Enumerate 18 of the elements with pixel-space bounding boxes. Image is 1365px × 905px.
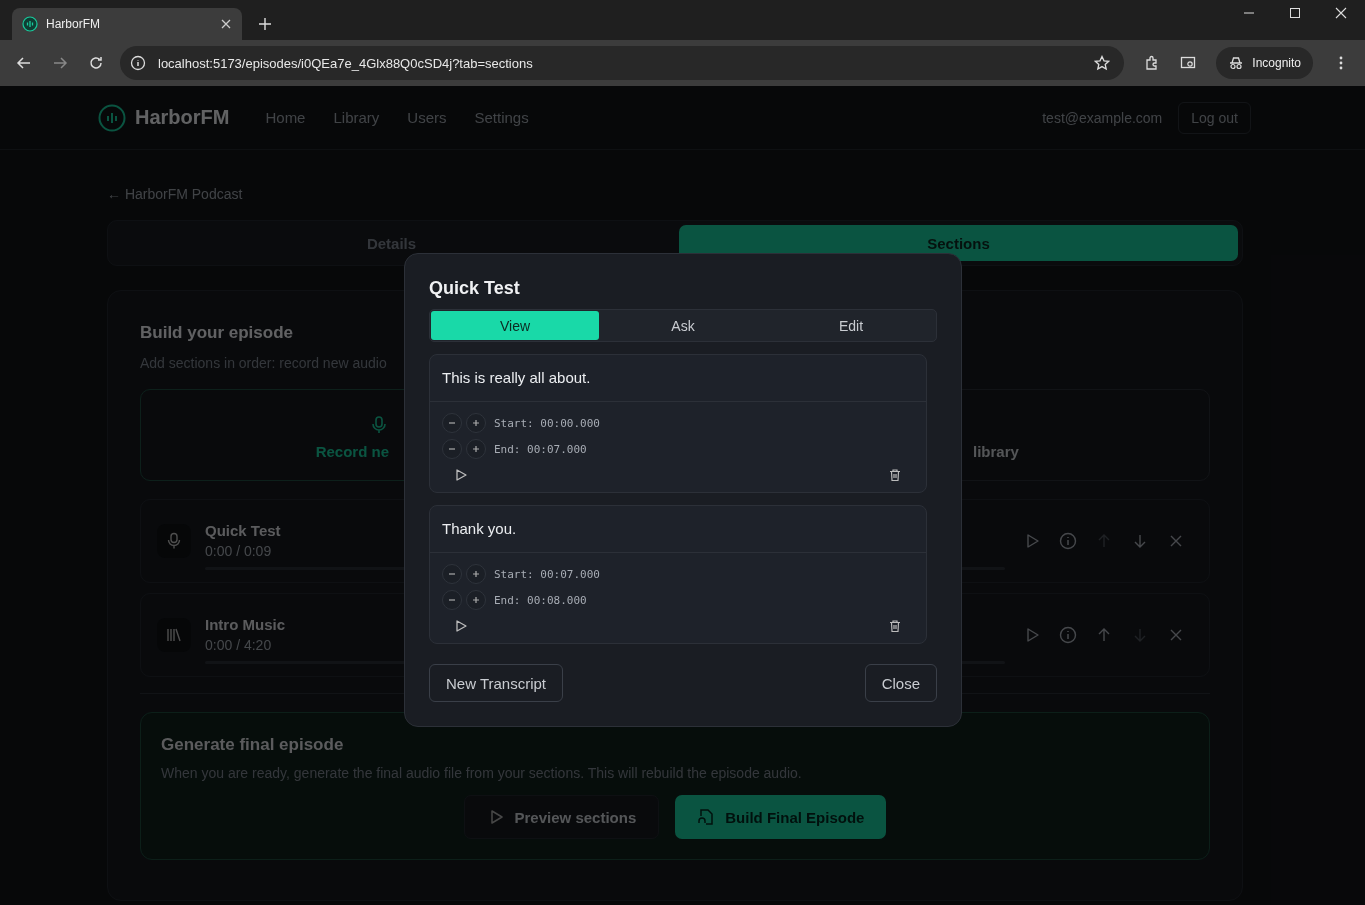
generate-heading: Generate final episode bbox=[161, 735, 345, 755]
section-title: Intro Music bbox=[205, 616, 285, 633]
end-time: End: 00:07.000 bbox=[494, 442, 587, 456]
segment-text: This is really all about. bbox=[430, 355, 926, 402]
dialog-title: Quick Test bbox=[429, 278, 521, 299]
section-title: Quick Test bbox=[205, 522, 281, 539]
url-text: localhost:5173/episodes/i0QEa7e_4Glx88Q0cSD4j?tab=sections bbox=[158, 55, 534, 71]
tab-title: HarborFM bbox=[46, 17, 101, 31]
end-time: End: 00:08.000 bbox=[494, 593, 587, 607]
segment-text: Thank you. bbox=[430, 506, 926, 553]
user-email: test@example.com bbox=[1042, 109, 1163, 126]
start-time: Start: 00:00.000 bbox=[494, 416, 600, 430]
section-time: 0:00 / 0:09 bbox=[205, 543, 272, 559]
add-option-label: library bbox=[973, 443, 1019, 460]
add-option-label: Record ne bbox=[315, 443, 389, 460]
start-time: Start: 00:07.000 bbox=[494, 567, 600, 581]
section-time: 0:00 / 4:20 bbox=[205, 637, 272, 653]
section-heading: Build your episode bbox=[140, 323, 294, 343]
